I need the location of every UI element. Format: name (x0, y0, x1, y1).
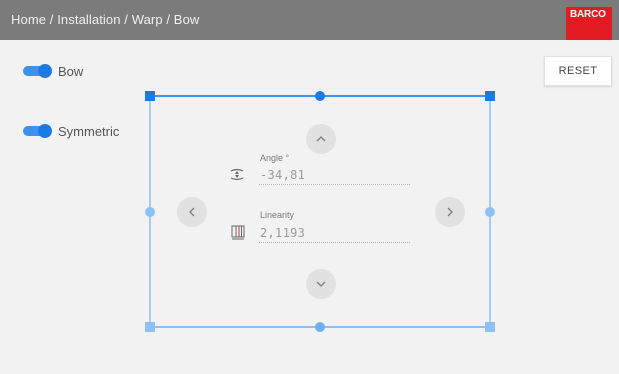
linearity-underline (259, 242, 410, 243)
corner-handle-bottom-right[interactable] (485, 322, 495, 332)
chevron-up-icon (316, 136, 326, 142)
corner-handle-top-right[interactable] (485, 91, 495, 101)
mid-handle-right[interactable] (485, 207, 495, 217)
corner-handle-bottom-left[interactable] (145, 322, 155, 332)
linearity-value[interactable]: 2,1193 (260, 226, 305, 240)
linearity-label: Linearity (260, 210, 295, 220)
corner-handle-top-left[interactable] (145, 91, 155, 101)
move-right-button[interactable] (435, 197, 465, 227)
angle-underline (259, 184, 410, 185)
bow-warp-frame (145, 91, 495, 332)
move-left-button[interactable] (177, 197, 207, 227)
mid-handle-left[interactable] (145, 207, 155, 217)
chevron-left-icon (189, 207, 195, 217)
move-up-button[interactable] (306, 124, 336, 154)
chevron-down-icon (316, 281, 326, 287)
mid-handle-top[interactable] (315, 91, 325, 101)
linearity-icon (231, 225, 245, 240)
angle-label: Angle ° (260, 153, 290, 163)
angle-icon (230, 168, 244, 181)
move-down-button[interactable] (306, 269, 336, 299)
chevron-right-icon (447, 207, 453, 217)
angle-value[interactable]: -34,81 (260, 168, 305, 182)
mid-handle-bottom[interactable] (315, 322, 325, 332)
